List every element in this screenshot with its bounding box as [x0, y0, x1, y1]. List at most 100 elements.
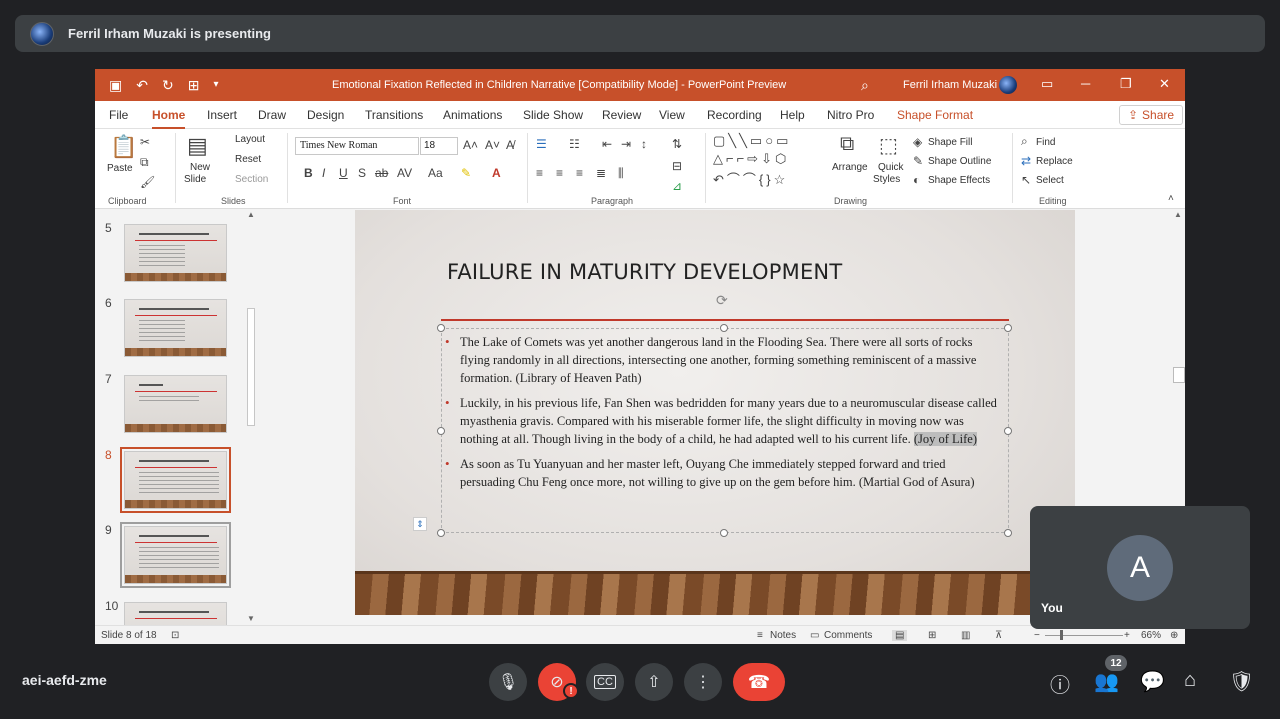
shapes-gallery-row3-icon[interactable]: ↶⌒⌒{}☆	[713, 169, 788, 188]
captions-button[interactable]: CC	[586, 663, 624, 701]
tab-shape-format[interactable]: Shape Format	[897, 108, 973, 122]
present-icon[interactable]: ⊞	[188, 77, 200, 94]
tab-home[interactable]: Home	[152, 108, 186, 129]
cut-icon[interactable]: ✂	[140, 135, 150, 149]
notes-button[interactable]: Notes	[770, 630, 796, 641]
zoom-level[interactable]: 66%	[1141, 630, 1161, 641]
more-options-button[interactable]: ⋮	[684, 663, 722, 701]
bullet-item[interactable]: Luckily, in his previous life, Fan Shen …	[445, 394, 998, 448]
layout-button[interactable]: Layout	[235, 134, 265, 145]
scroll-up-icon[interactable]: ▲	[1174, 210, 1182, 219]
restore-icon[interactable]: ❐	[1120, 76, 1132, 92]
line-spacing-icon[interactable]: ↕	[641, 137, 647, 151]
leave-call-button[interactable]: ☎	[733, 663, 785, 701]
columns-icon[interactable]: ⫼	[618, 166, 624, 181]
reading-view-icon[interactable]: ▥	[961, 630, 970, 641]
align-right-icon[interactable]: ≡	[576, 166, 583, 180]
find-icon[interactable]: ⌕	[1021, 134, 1028, 149]
bullets-icon[interactable]: ☰	[536, 137, 547, 151]
share-button[interactable]: ⇪ Share	[1119, 105, 1183, 125]
find-button[interactable]: Find	[1036, 137, 1055, 148]
slide-thumbnail-6[interactable]	[124, 299, 227, 357]
meeting-details-icon[interactable]: ⓘ	[1050, 669, 1070, 698]
scroll-up-icon[interactable]: ▲	[247, 210, 255, 219]
copy-icon[interactable]: ⧉	[140, 155, 149, 170]
smartart-icon[interactable]: ⊿	[672, 179, 682, 193]
slide-sorter-icon[interactable]: ⊞	[928, 630, 936, 641]
shapes-gallery-row2-icon[interactable]: △⌐⌐⇨⇩⬡	[713, 151, 789, 167]
change-case-icon[interactable]: Aa	[428, 166, 443, 180]
resize-handle[interactable]	[720, 529, 728, 537]
grow-font-icon[interactable]: A˄	[463, 138, 478, 152]
reset-button[interactable]: Reset	[235, 154, 261, 165]
slide-thumbnail-7[interactable]	[124, 375, 227, 433]
tab-help[interactable]: Help	[780, 108, 805, 122]
rotate-handle-icon[interactable]: ⟳	[716, 292, 728, 309]
numbering-icon[interactable]: ☷	[569, 137, 580, 151]
underline-icon[interactable]: U	[339, 166, 348, 180]
minimize-icon[interactable]: ─	[1081, 76, 1090, 91]
zoom-slider-thumb[interactable]	[1060, 630, 1063, 640]
resize-handle[interactable]	[437, 529, 445, 537]
search-icon[interactable]: ⌕	[861, 77, 869, 94]
self-view-tile[interactable]: A You	[1030, 506, 1250, 629]
thumbnails-scrollbar[interactable]: ▲ ▼	[245, 210, 257, 625]
strikethrough-icon[interactable]: ab	[375, 166, 388, 180]
autofit-options-icon[interactable]: ⇕	[413, 517, 427, 531]
slide-title[interactable]: FAILURE IN MATURITY DEVELOPMENT	[447, 260, 842, 284]
font-size-select[interactable]: 18	[420, 137, 458, 155]
new-slide-icon[interactable]: ▤	[187, 133, 208, 159]
resize-handle[interactable]	[437, 427, 445, 435]
ribbon-display-icon[interactable]: ▭	[1041, 76, 1053, 92]
tab-file[interactable]: File	[109, 108, 128, 122]
tab-slide-show[interactable]: Slide Show	[523, 108, 583, 122]
tab-nitro-pro[interactable]: Nitro Pro	[827, 108, 874, 122]
clear-format-icon[interactable]: A̸	[506, 138, 514, 152]
increase-indent-icon[interactable]: ⇥	[621, 137, 631, 151]
redo-icon[interactable]: ↻	[162, 77, 174, 94]
arrange-button[interactable]: Arrange	[832, 162, 868, 173]
paste-label[interactable]: Paste	[107, 163, 133, 174]
arrange-icon[interactable]: ⧉	[840, 133, 854, 156]
comments-button[interactable]: Comments	[824, 630, 872, 641]
tab-transitions[interactable]: Transitions	[365, 108, 423, 122]
fit-slide-icon[interactable]: ⊕	[1170, 630, 1178, 641]
resize-handle[interactable]	[720, 324, 728, 332]
present-now-button[interactable]: ⇧	[635, 663, 673, 701]
bullet-item[interactable]: As soon as Tu Yuanyuan and her master le…	[445, 455, 998, 491]
slideshow-view-icon[interactable]: ⊼	[995, 630, 1002, 641]
slide-thumbnail-9[interactable]	[120, 522, 231, 588]
user-avatar[interactable]	[999, 76, 1017, 94]
highlight-icon[interactable]: ✎	[461, 166, 471, 180]
scroll-down-icon[interactable]: ▼	[247, 614, 255, 623]
people-icon[interactable]: 👥	[1094, 669, 1119, 694]
slide-canvas[interactable]: FAILURE IN MATURITY DEVELOPMENT ⟳ The La…	[355, 210, 1075, 615]
replace-button[interactable]: Replace	[1036, 156, 1073, 167]
save-icon[interactable]: ▣	[109, 77, 122, 94]
resize-handle[interactable]	[1004, 324, 1012, 332]
char-spacing-icon[interactable]: AV	[397, 166, 412, 180]
justify-icon[interactable]: ≣	[596, 166, 606, 180]
slide-thumbnail-5[interactable]	[124, 224, 227, 282]
tab-recording[interactable]: Recording	[707, 108, 762, 122]
zoom-in-icon[interactable]: +	[1124, 630, 1130, 641]
comments-icon[interactable]: ▭	[810, 630, 819, 641]
shapes-gallery-icon[interactable]: ▢╲╲▭○▭	[713, 133, 791, 149]
bold-icon[interactable]: B	[304, 166, 313, 180]
slide-thumbnail-10[interactable]	[124, 602, 227, 625]
resize-handle[interactable]	[1004, 427, 1012, 435]
shadow-icon[interactable]: S	[358, 166, 366, 180]
tab-view[interactable]: View	[659, 108, 685, 122]
shape-fill-button[interactable]: Shape Fill	[928, 137, 972, 148]
close-icon[interactable]: ✕	[1159, 76, 1170, 92]
zoom-slider[interactable]	[1045, 635, 1123, 636]
quick-styles-label-2[interactable]: Styles	[873, 174, 900, 185]
font-color-icon[interactable]: A	[492, 166, 501, 180]
paste-icon[interactable]: 📋	[110, 134, 137, 160]
decrease-indent-icon[interactable]: ⇤	[602, 137, 612, 151]
notes-icon[interactable]: ≡	[757, 630, 763, 641]
tab-animations[interactable]: Animations	[443, 108, 502, 122]
undo-icon[interactable]: ↶	[136, 77, 148, 94]
shape-effects-button[interactable]: Shape Effects	[928, 175, 990, 186]
normal-view-icon[interactable]: ▤	[892, 630, 908, 641]
